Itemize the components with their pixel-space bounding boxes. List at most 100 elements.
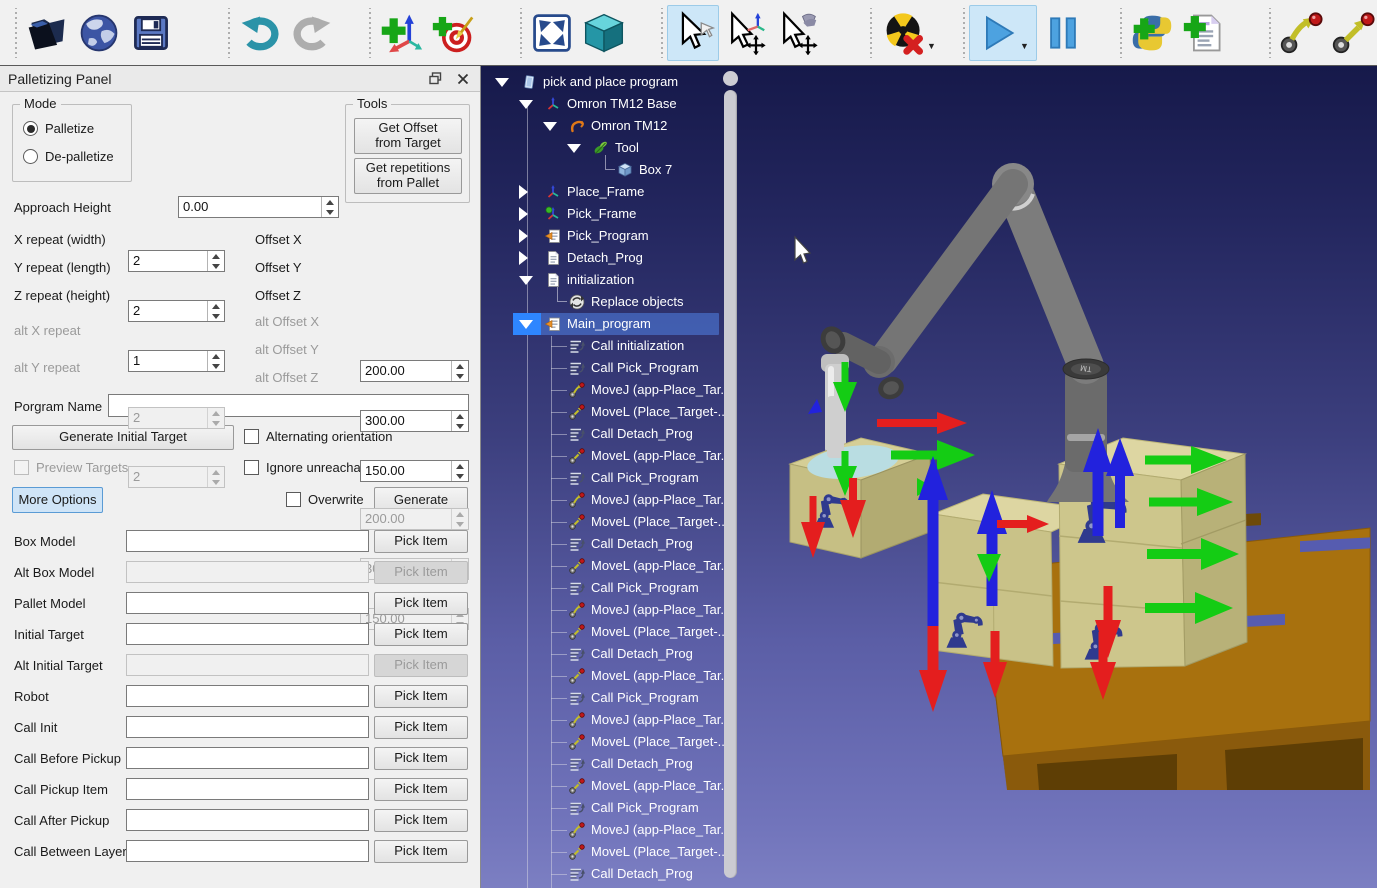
tree-instruction-call-detach-prog[interactable]: Call Detach_Prog (487, 863, 739, 885)
tree-instruction-call-pick-program[interactable]: Call Pick_Program (487, 687, 739, 709)
tree-instruction-call-pick-program[interactable]: Call Pick_Program (487, 577, 739, 599)
collapse-arrow-icon[interactable] (519, 276, 533, 285)
chevron-down-icon[interactable]: ▼ (1020, 41, 1029, 51)
3d-viewport[interactable]: TM (481, 66, 1377, 888)
tree-item-detach-prog[interactable]: Detach_Prog (487, 247, 739, 269)
de-palletize-radio[interactable]: De-palletize (23, 149, 114, 164)
tree-item-place-frame[interactable]: Place_Frame (487, 181, 739, 203)
tree-scroll-dot[interactable] (723, 71, 738, 86)
tree-instruction-call-detach-prog[interactable]: Call Detach_Prog (487, 753, 739, 775)
tree-instruction-movej-app-place-tar[interactable]: MoveJ (app-Place_Tar... (487, 489, 739, 511)
expand-arrow-icon[interactable] (519, 207, 528, 221)
tree-instruction-call-pick-program[interactable]: Call Pick_Program (487, 357, 739, 379)
tree-instruction-movej-app-place-tar[interactable]: MoveJ (app-Place_Tar... (487, 379, 739, 401)
collapse-arrow-icon[interactable] (567, 144, 581, 153)
z-repeat-height-spinbox[interactable]: 1 (128, 350, 225, 372)
tree-instruction-movej-app-place-tar[interactable]: MoveJ (app-Place_Tar... (487, 709, 739, 731)
pallet-model-input[interactable] (126, 592, 369, 614)
tree-item-box-7[interactable]: Box 7 (487, 159, 739, 181)
expand-arrow-icon[interactable] (519, 185, 528, 199)
initial-target-pick-item-button[interactable]: Pick Item (374, 623, 468, 646)
open-file-button[interactable] (21, 5, 73, 61)
float-panel-button[interactable] (424, 69, 446, 89)
tree-instruction-call-detach-prog[interactable]: Call Detach_Prog (487, 533, 739, 555)
move-linear-instruction-button[interactable] (1327, 5, 1377, 61)
tree-instruction-call-pick-program[interactable]: Call Pick_Program (487, 467, 739, 489)
pause-button[interactable] (1037, 5, 1089, 61)
tree-instruction-movel-app-place-tar[interactable]: MoveL (app-Place_Tar... (487, 665, 739, 687)
y-repeat-length-spinbox[interactable]: 2 (128, 300, 225, 322)
overwrite-checkbox[interactable]: Overwrite (286, 492, 364, 507)
collapse-arrow-icon[interactable] (519, 320, 533, 329)
collapse-arrow-icon[interactable] (495, 78, 509, 87)
get-offset-from-target-button[interactable]: Get Offset from Target (354, 118, 462, 154)
pallet-model-pick-item-button[interactable]: Pick Item (374, 592, 468, 615)
chevron-down-icon[interactable]: ▼ (927, 41, 936, 51)
robot-pick-item-button[interactable]: Pick Item (374, 685, 468, 708)
tree-instruction-movel-app-place-tar[interactable]: MoveL (app-Place_Tar... (487, 775, 739, 797)
open-online-library-button[interactable] (73, 5, 125, 61)
tree-item-pick-program[interactable]: Pick_Program (487, 225, 739, 247)
collapse-arrow-icon[interactable] (519, 100, 533, 109)
expand-arrow-icon[interactable] (519, 251, 528, 265)
isometric-view-button[interactable] (578, 5, 630, 61)
call-after-pickup-input[interactable] (126, 809, 369, 831)
box-model-pick-item-button[interactable]: Pick Item (374, 530, 468, 553)
move-reference-button[interactable] (719, 5, 771, 61)
tree-instruction-movej-app-place-tar[interactable]: MoveJ (app-Place_Tar... (487, 599, 739, 621)
call-between-layers-input[interactable] (126, 840, 369, 862)
call-init-input[interactable] (126, 716, 369, 738)
tree-instruction-movel-place-target[interactable]: MoveL (Place_Target-... (487, 841, 739, 863)
tree-instruction-movel-place-target[interactable]: MoveL (Place_Target-... (487, 401, 739, 423)
call-between-layers-pick-item-button[interactable]: Pick Item (374, 840, 468, 863)
collapse-arrow-icon[interactable] (543, 122, 557, 131)
initial-target-input[interactable] (126, 623, 369, 645)
tree-item-omron-tm12-base[interactable]: Omron TM12 Base (487, 93, 739, 115)
offset-x-spinbox[interactable]: 200.00 (360, 360, 469, 382)
undo-button[interactable] (234, 5, 286, 61)
fit-all-button[interactable] (526, 5, 578, 61)
tree-instruction-movel-app-place-tar[interactable]: MoveL (app-Place_Tar... (487, 555, 739, 577)
call-pickup-item-pick-item-button[interactable]: Pick Item (374, 778, 468, 801)
tree-scrollbar[interactable] (724, 90, 737, 878)
redo-button[interactable] (286, 5, 338, 61)
call-init-pick-item-button[interactable]: Pick Item (374, 716, 468, 739)
move-joint-instruction-button[interactable] (1275, 5, 1327, 61)
call-before-pickup-pick-item-button[interactable]: Pick Item (374, 747, 468, 770)
tree-item-replace-objects[interactable]: Replace objects (487, 291, 739, 313)
close-panel-button[interactable] (452, 69, 474, 89)
offset-y-spinbox[interactable]: 300.00 (360, 410, 469, 432)
tree-item-pick-frame[interactable]: Pick_Frame (487, 203, 739, 225)
run-program-button[interactable]: ▼ (969, 5, 1037, 61)
tree-instruction-call-detach-prog[interactable]: Call Detach_Prog (487, 423, 739, 445)
tree-instruction-movej-app-place-tar[interactable]: MoveJ (app-Place_Tar... (487, 819, 739, 841)
add-program-button[interactable] (1178, 5, 1230, 61)
get-repetitions-from-pallet-button[interactable]: Get repetitions from Pallet (354, 158, 462, 194)
offset-z-spinbox[interactable]: 150.00 (360, 460, 469, 482)
x-repeat-width-spinbox[interactable]: 2 (128, 250, 225, 272)
call-before-pickup-input[interactable] (126, 747, 369, 769)
add-reference-frame-button[interactable] (375, 5, 427, 61)
move-tool-button[interactable] (771, 5, 823, 61)
tree-item-initialization[interactable]: initialization (487, 269, 739, 291)
select-button[interactable] (667, 5, 719, 61)
tree-instruction-call-detach-prog[interactable]: Call Detach_Prog (487, 643, 739, 665)
add-target-button[interactable] (427, 5, 479, 61)
expand-arrow-icon[interactable] (519, 229, 528, 243)
tree-item-main-program[interactable]: Main_program (487, 313, 739, 335)
tree-instruction-movel-place-target[interactable]: MoveL (Place_Target-... (487, 621, 739, 643)
tree-instruction-movel-place-target[interactable]: MoveL (Place_Target-... (487, 731, 739, 753)
approach-height-spinbox[interactable]: 0.00 (178, 196, 339, 218)
box-model-input[interactable] (126, 530, 369, 552)
robot-input[interactable] (126, 685, 369, 707)
palletize-radio[interactable]: Palletize (23, 121, 94, 136)
tree-item-omron-tm12[interactable]: Omron TM12 (487, 115, 739, 137)
check-collisions-button[interactable]: ▼ (876, 5, 944, 61)
tree-instruction-call-initialization[interactable]: Call initialization (487, 335, 739, 357)
add-python-program-button[interactable] (1126, 5, 1178, 61)
call-after-pickup-pick-item-button[interactable]: Pick Item (374, 809, 468, 832)
tree-item-pick-and-place-program[interactable]: pick and place program (487, 71, 739, 93)
more-options-button[interactable]: More Options (12, 487, 103, 513)
save-station-button[interactable] (125, 5, 177, 61)
tree-instruction-movel-place-target[interactable]: MoveL (Place_Target-... (487, 511, 739, 533)
